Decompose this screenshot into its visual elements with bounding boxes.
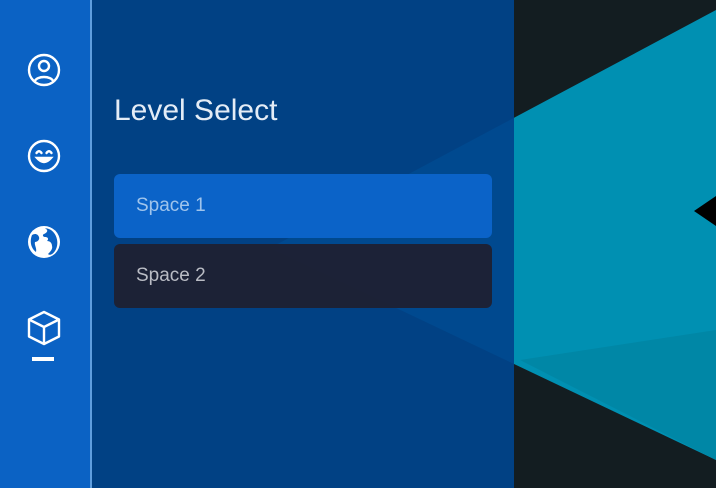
level-button-label: Space 2 — [136, 265, 206, 286]
smiley-icon — [26, 138, 62, 174]
user-circle-icon — [26, 52, 62, 88]
active-tab-indicator — [32, 357, 54, 361]
app-stage: Level Select Space 1 Space 2 — [0, 0, 716, 488]
sidebar-item-profile[interactable] — [22, 48, 66, 92]
level-button-space-2[interactable]: Space 2 — [114, 244, 492, 308]
sidebar-item-world[interactable] — [22, 220, 66, 264]
level-button-space-1[interactable]: Space 1 — [114, 174, 492, 238]
sidebar-item-emotes[interactable] — [22, 134, 66, 178]
sidebar — [0, 0, 92, 488]
level-button-label: Space 1 — [136, 195, 206, 216]
page-title: Level Select — [114, 94, 278, 127]
globe-icon — [26, 224, 62, 260]
level-select-panel: Level Select Space 1 Space 2 — [92, 0, 514, 488]
sidebar-item-levels[interactable] — [22, 306, 66, 350]
cube-icon — [25, 309, 63, 347]
